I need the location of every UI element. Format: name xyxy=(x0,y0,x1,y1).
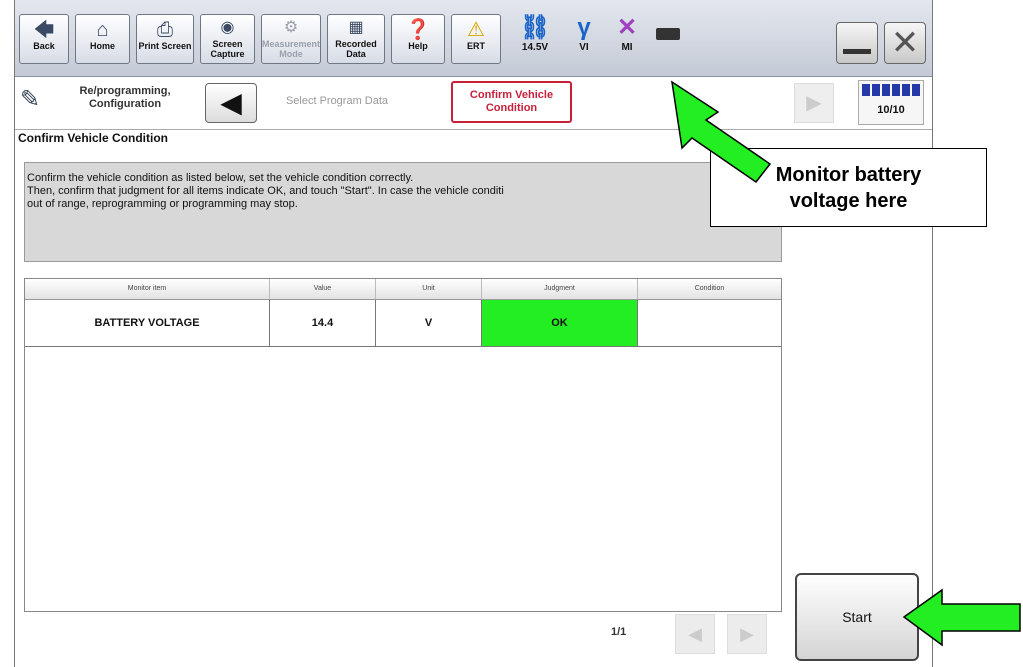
start-callout-arrow xyxy=(902,588,1021,647)
annotation-arrows xyxy=(671,80,1021,647)
battery-callout-arrow xyxy=(671,80,772,184)
